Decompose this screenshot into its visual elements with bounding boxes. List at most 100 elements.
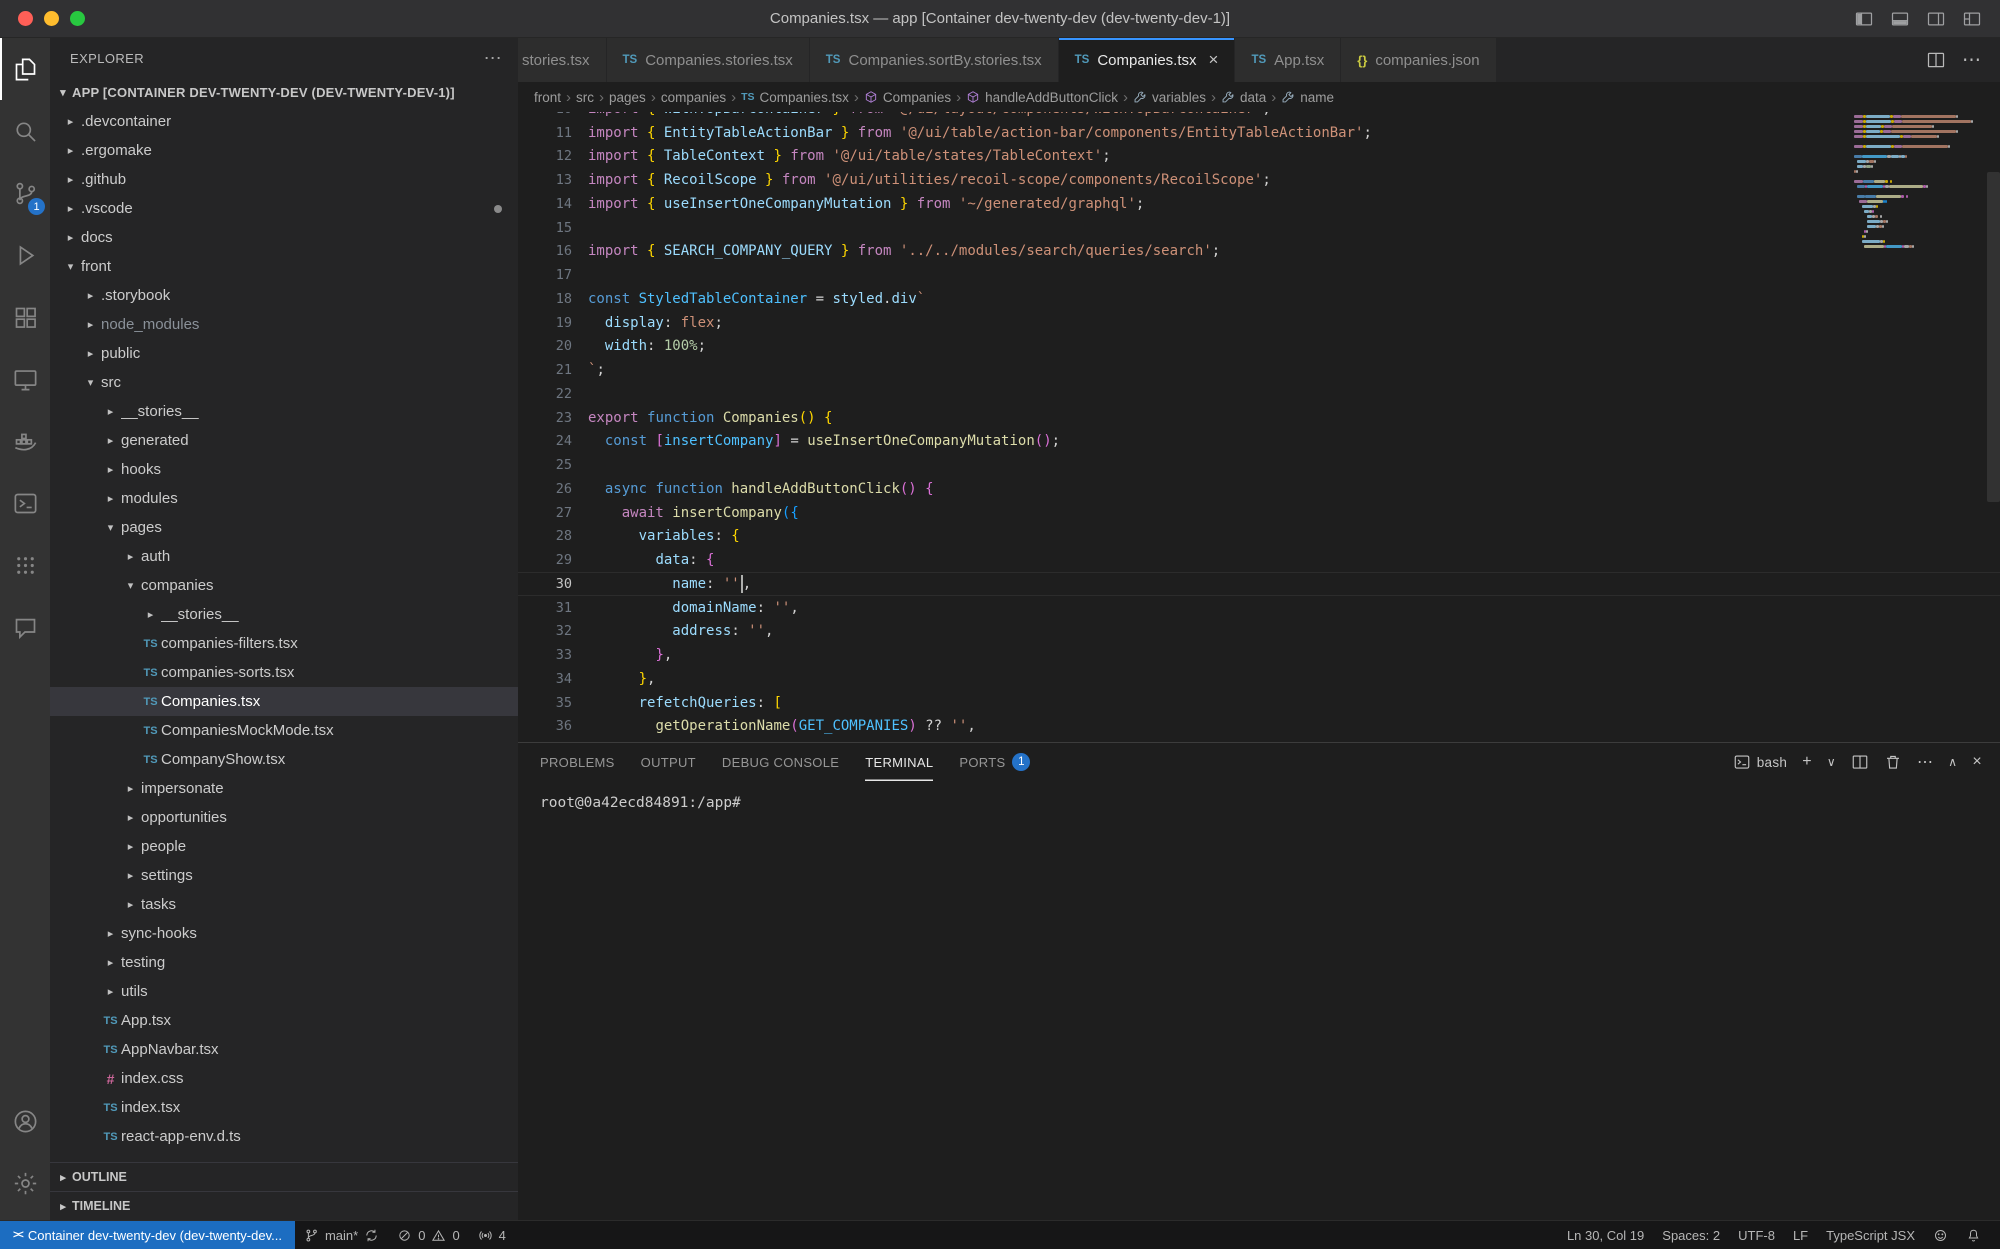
breadcrumb-item-handleaddbuttonclick[interactable]: handleAddButtonClick (966, 90, 1118, 105)
tree-item-.vscode[interactable]: ▸.vscode (50, 194, 518, 223)
activity-terminal-view[interactable] (0, 472, 50, 534)
customize-layout-icon[interactable] (1962, 9, 1982, 29)
editor-scrollbar[interactable] (1987, 172, 2000, 502)
split-editor-icon[interactable] (1926, 50, 1946, 70)
activity-extensions[interactable] (0, 286, 50, 348)
tree-item-index.tsx[interactable]: TSindex.tsx (50, 1093, 518, 1122)
tree-item-people[interactable]: ▸people (50, 832, 518, 861)
section-outline[interactable]: ▸OUTLINE (50, 1162, 518, 1191)
terminal[interactable]: root@0a42ecd84891:/app# (518, 781, 2000, 1220)
tree-item-front[interactable]: ▾front (50, 252, 518, 281)
tree-item-settings[interactable]: ▸settings (50, 861, 518, 890)
tab-companies.json[interactable]: {}companies.json (1341, 38, 1496, 82)
close-tab-icon[interactable]: × (1209, 50, 1219, 70)
breadcrumb-item-pages[interactable]: pages (609, 90, 646, 105)
indentation-item[interactable]: Spaces: 2 (1653, 1221, 1729, 1249)
tree-item-.storybook[interactable]: ▸.storybook (50, 281, 518, 310)
close-window-button[interactable] (18, 11, 33, 26)
tree-item-opportunities[interactable]: ▸opportunities (50, 803, 518, 832)
activity-account[interactable] (0, 1090, 50, 1152)
forwarded-ports-item[interactable]: 4 (469, 1221, 515, 1249)
tree-item--stories-[interactable]: ▸__stories__ (50, 397, 518, 426)
terminal-shell-selector[interactable]: bash (1733, 753, 1787, 771)
activity-search[interactable] (0, 100, 50, 162)
explorer-more-actions-icon[interactable]: ⋯ (484, 48, 502, 69)
workspace-section-header[interactable]: ▾ APP [CONTAINER DEV-TWENTY-DEV (DEV-TWE… (50, 78, 518, 107)
tree-item-tasks[interactable]: ▸tasks (50, 890, 518, 919)
activity-comments[interactable] (0, 596, 50, 658)
panel-tab-output[interactable]: OUTPUT (641, 743, 696, 781)
breadcrumb-item-companies[interactable]: Companies (864, 90, 951, 105)
maximize-panel-icon[interactable]: ∧ (1948, 755, 1957, 769)
tree-item--stories-[interactable]: ▸__stories__ (50, 600, 518, 629)
code-editor[interactable]: 10import { WithTopBarContainer } from '@… (518, 112, 2000, 742)
tree-item-app.tsx[interactable]: TSApp.tsx (50, 1006, 518, 1035)
tree-item-companies[interactable]: ▾companies (50, 571, 518, 600)
toggle-primary-sidebar-icon[interactable] (1854, 9, 1874, 29)
breadcrumb-item-front[interactable]: front (534, 90, 561, 105)
panel-tab-terminal[interactable]: TERMINAL (865, 743, 933, 781)
editor-more-actions-icon[interactable]: ⋯ (1962, 49, 1982, 72)
notifications-item[interactable] (1957, 1221, 1990, 1249)
tab-stories.tsx[interactable]: stories.tsx (518, 38, 607, 82)
remote-indicator[interactable]: >< Container dev-twenty-dev (dev-twenty-… (0, 1221, 295, 1249)
tab-companies.tsx[interactable]: TSCompanies.tsx× (1059, 38, 1236, 82)
activity-settings[interactable] (0, 1152, 50, 1214)
problems-item[interactable]: 0 0 (388, 1221, 468, 1249)
eol-item[interactable]: LF (1784, 1221, 1817, 1249)
activity-explorer[interactable] (0, 38, 50, 100)
tree-item-.ergomake[interactable]: ▸.ergomake (50, 136, 518, 165)
activity-docker[interactable] (0, 410, 50, 472)
cursor-position-item[interactable]: Ln 30, Col 19 (1558, 1221, 1653, 1249)
tab-companies.sortby.stories.tsx[interactable]: TSCompanies.sortBy.stories.tsx (810, 38, 1059, 82)
section-timeline[interactable]: ▸TIMELINE (50, 1191, 518, 1220)
tree-item-companyshow.tsx[interactable]: TSCompanyShow.tsx (50, 745, 518, 774)
breadcrumb-item-companies[interactable]: companies (661, 90, 726, 105)
breadcrumb-item-variables[interactable]: variables (1133, 90, 1206, 105)
tree-item-companies-sorts.tsx[interactable]: TScompanies-sorts.tsx (50, 658, 518, 687)
tree-item-docs[interactable]: ▸docs (50, 223, 518, 252)
language-mode-item[interactable]: TypeScript JSX (1817, 1221, 1924, 1249)
tree-item-utils[interactable]: ▸utils (50, 977, 518, 1006)
tree-item-appnavbar.tsx[interactable]: TSAppNavbar.tsx (50, 1035, 518, 1064)
toggle-panel-icon[interactable] (1890, 9, 1910, 29)
activity-github-actions[interactable] (0, 534, 50, 596)
minimize-window-button[interactable] (44, 11, 59, 26)
tree-item-.github[interactable]: ▸.github (50, 165, 518, 194)
tree-item-testing[interactable]: ▸testing (50, 948, 518, 977)
breadcrumb-item-companies.tsx[interactable]: TSCompanies.tsx (741, 90, 849, 105)
panel-more-actions-icon[interactable]: ⋯ (1917, 752, 1933, 772)
tree-item-react-app-env.d.ts[interactable]: TSreact-app-env.d.ts (50, 1122, 518, 1151)
tree-item-impersonate[interactable]: ▸impersonate (50, 774, 518, 803)
new-terminal-icon[interactable]: + (1802, 753, 1812, 771)
tree-item-public[interactable]: ▸public (50, 339, 518, 368)
close-panel-icon[interactable]: × (1972, 753, 1982, 771)
breadcrumb-item-src[interactable]: src (576, 90, 594, 105)
tree-item-generated[interactable]: ▸generated (50, 426, 518, 455)
kill-terminal-icon[interactable] (1884, 753, 1902, 771)
tree-item-index.css[interactable]: #index.css (50, 1064, 518, 1093)
tree-item-.devcontainer[interactable]: ▸.devcontainer (50, 107, 518, 136)
activity-source-control[interactable]: 1 (0, 162, 50, 224)
zoom-window-button[interactable] (70, 11, 85, 26)
tree-item-hooks[interactable]: ▸hooks (50, 455, 518, 484)
panel-tab-problems[interactable]: PROBLEMS (540, 743, 615, 781)
tab-companies.stories.tsx[interactable]: TSCompanies.stories.tsx (607, 38, 810, 82)
tree-item-sync-hooks[interactable]: ▸sync-hooks (50, 919, 518, 948)
tree-item-companiesmockmode.tsx[interactable]: TSCompaniesMockMode.tsx (50, 716, 518, 745)
activity-run-debug[interactable] (0, 224, 50, 286)
minimap[interactable] (1854, 115, 1986, 250)
tree-item-companies-filters.tsx[interactable]: TScompanies-filters.tsx (50, 629, 518, 658)
toggle-secondary-sidebar-icon[interactable] (1926, 9, 1946, 29)
feedback-item[interactable] (1924, 1221, 1957, 1249)
tab-app.tsx[interactable]: TSApp.tsx (1235, 38, 1341, 82)
tree-item-node-modules[interactable]: ▸node_modules (50, 310, 518, 339)
git-branch-item[interactable]: main* (295, 1221, 388, 1249)
tree-item-src[interactable]: ▾src (50, 368, 518, 397)
tree-item-modules[interactable]: ▸modules (50, 484, 518, 513)
tree-item-pages[interactable]: ▾pages (50, 513, 518, 542)
terminal-profile-chevron-icon[interactable]: ∨ (1827, 755, 1836, 769)
panel-tab-ports[interactable]: PORTS1 (959, 743, 1030, 781)
encoding-item[interactable]: UTF-8 (1729, 1221, 1784, 1249)
split-terminal-icon[interactable] (1851, 753, 1869, 771)
